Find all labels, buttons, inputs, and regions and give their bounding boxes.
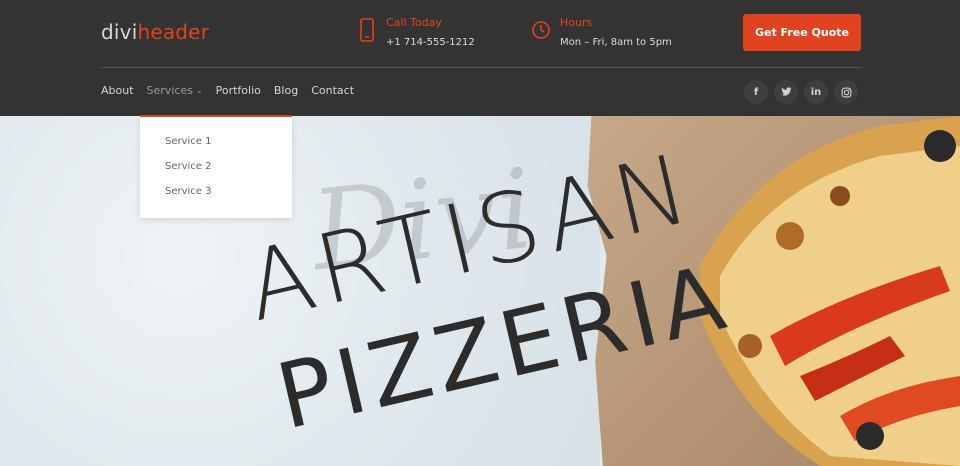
nav-item-portfolio[interactable]: Portfolio (216, 84, 261, 97)
hours-info: Hours Mon – Fri, 8am to 5pm (532, 16, 672, 50)
phone-icon (360, 18, 374, 42)
main-nav: About Services ⌄ Portfolio Blog Contact (101, 84, 367, 97)
header-divider (101, 67, 861, 68)
hours-label: Hours (560, 16, 593, 29)
logo-part-1: divi (101, 20, 138, 44)
call-label: Call Today (386, 16, 442, 29)
dropdown-item-service-2[interactable]: Service 2 (140, 161, 292, 186)
nav-item-contact[interactable]: Contact (311, 84, 354, 97)
call-info: Call Today +1 714-555-1212 (358, 16, 475, 50)
logo[interactable]: diviheader (101, 20, 209, 44)
chevron-down-icon: ⌄ (195, 86, 203, 95)
clock-icon (532, 21, 550, 39)
get-free-quote-button[interactable]: Get Free Quote (743, 14, 861, 51)
social-links: f in (744, 80, 864, 104)
site-header: diviheader Call Today +1 714-555-1212 Ho… (0, 0, 960, 116)
dropdown-item-service-3[interactable]: Service 3 (140, 186, 292, 211)
dropdown-item-service-1[interactable]: Service 1 (140, 136, 292, 161)
facebook-icon[interactable]: f (744, 80, 768, 104)
call-value[interactable]: +1 714-555-1212 (386, 36, 475, 50)
nav-item-services-label: Services (146, 84, 193, 97)
logo-part-2: header (137, 20, 210, 44)
hours-value: Mon – Fri, 8am to 5pm (560, 37, 672, 48)
nav-item-services[interactable]: Services ⌄ (147, 84, 203, 97)
services-dropdown-menu: Service 1 Service 2 Service 3 (140, 115, 292, 218)
twitter-icon[interactable] (774, 80, 798, 104)
linkedin-icon[interactable]: in (804, 80, 828, 104)
instagram-icon[interactable] (834, 80, 858, 104)
nav-item-about[interactable]: About (101, 84, 134, 97)
nav-item-blog[interactable]: Blog (274, 84, 298, 97)
